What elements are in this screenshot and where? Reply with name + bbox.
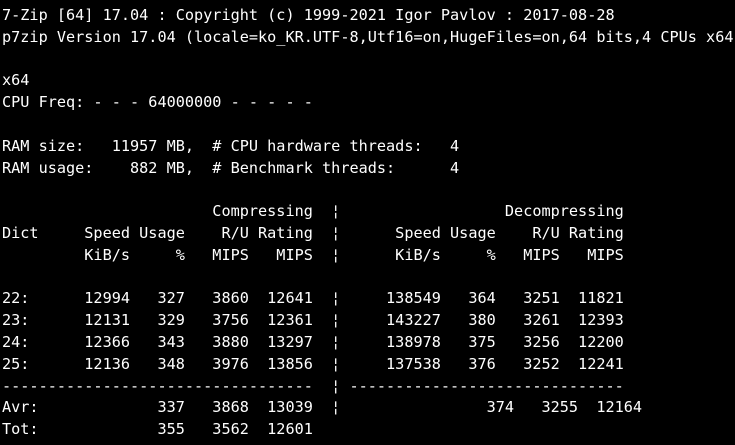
table-row-22: 22: 12994 327 3860 12641 ¦ 138549 364 32… — [2, 289, 624, 308]
table-separator: ---------------------------------- ¦ ---… — [2, 376, 624, 395]
header-copyright-line: 7-Zip [64] 17.04 : Copyright (c) 1999-20… — [2, 6, 615, 24]
ram-size-line: RAM size: 11957 MB, # CPU hardware threa… — [2, 136, 460, 155]
terminal-window[interactable]: 7-Zip [64] 17.04 : Copyright (c) 1999-20… — [0, 0, 735, 445]
table-row-average: Avr: 337 3868 13039 ¦ 374 3255 12164 — [2, 398, 643, 417]
ram-usage-line: RAM usage: 882 MB, # Benchmark threads: … — [2, 158, 460, 177]
table-column-header: Dict Speed Usage R/U Rating ¦ Speed Usag… — [2, 223, 624, 242]
header-version-line: p7zip Version 17.04 (locale=ko_KR.UTF-8,… — [2, 27, 735, 46]
arch-line: x64 — [2, 71, 30, 90]
table-row-total: Tot: 355 3562 12601 — [2, 420, 313, 439]
table-row-23: 23: 12131 329 3756 12361 ¦ 143227 380 32… — [2, 311, 624, 330]
table-row-24: 24: 12366 343 3880 13297 ¦ 138978 375 32… — [2, 332, 624, 351]
table-group-header: Compressing ¦ Decompressing — [2, 202, 624, 221]
cpu-freq-line: CPU Freq: - - - 64000000 - - - - - — [2, 93, 313, 112]
table-row-25: 25: 12136 348 3976 13856 ¦ 137538 376 32… — [2, 354, 624, 373]
table-unit-header: KiB/s % MIPS MIPS ¦ KiB/s % MIPS MIPS — [2, 245, 624, 264]
